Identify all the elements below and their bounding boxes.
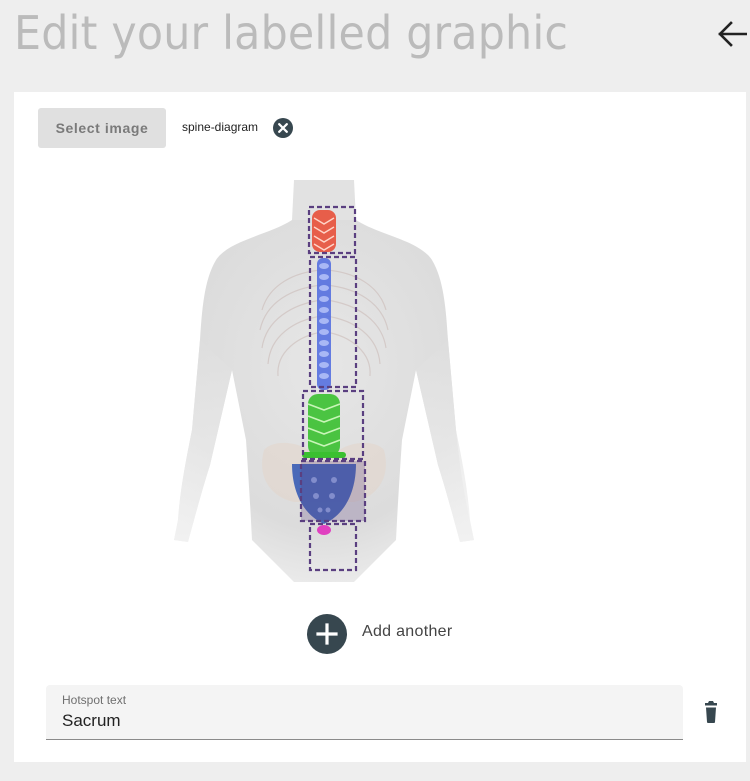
select-image-button[interactable]: Select image [38,108,166,148]
cervical-vertebrae [312,210,336,252]
coccyx-bone [317,525,331,535]
spine-diagram-image [174,180,474,582]
close-circle-icon[interactable] [273,118,293,138]
add-hotspot-button[interactable] [307,614,347,654]
lumbar-vertebrae [302,394,346,458]
hotspot-text-field[interactable]: Hotspot text [46,685,683,740]
add-another-label[interactable]: Add another [362,623,452,641]
hotspot-text-input[interactable] [61,709,662,733]
page-title: Edit your labelled graphic [14,6,569,60]
selected-image-name: spine-diagram [182,120,259,134]
hotspot-sacrum [299,459,367,523]
editor-card: Select image spine-diagram Add another H… [14,92,746,762]
arrow-left-icon [718,21,747,47]
page: Edit your labelled graphic Select image … [0,0,750,781]
hotspot-text-label: Hotspot text [62,693,127,707]
thoracic-vertebrae [317,258,331,390]
plus-icon [316,623,338,645]
back-button[interactable] [714,16,750,52]
trash-icon[interactable] [700,700,722,724]
